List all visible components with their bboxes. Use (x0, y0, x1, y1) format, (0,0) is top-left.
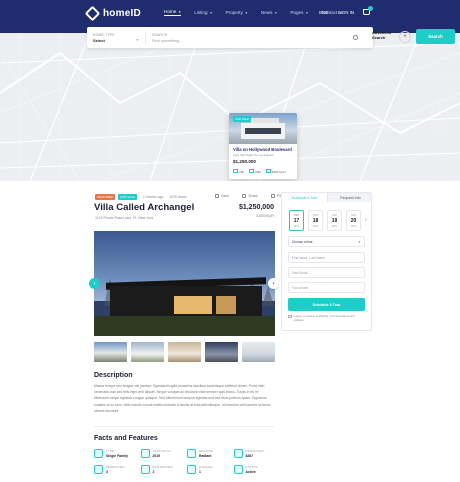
posted-time: 2 months ago (142, 195, 164, 199)
chevron-down-icon: ▼ (358, 239, 361, 244)
listing-title: Villa Called Archangel (94, 202, 195, 213)
heat-icon (187, 449, 196, 458)
view-count: 1039 views (169, 195, 187, 199)
cart-badge (368, 6, 373, 11)
fact-item: GARAGE 1 (187, 465, 234, 474)
map-card-title[interactable]: Villa on Hollywood Boulevard (233, 147, 292, 152)
prev-arrow-icon[interactable]: ‹ (89, 278, 100, 289)
map-card-price: $1,250.000 (233, 159, 256, 164)
description-text: Massa tempor nec feugiat nisl pretium. E… (94, 384, 271, 413)
listing-price: $1,250,000 (238, 204, 274, 211)
map-card-features: 3 Br 3 Ba 2300 Sq.Ft (233, 169, 286, 174)
garage-icon (187, 465, 196, 474)
home-icon (94, 449, 103, 458)
currency-select[interactable]: ENG (319, 10, 329, 15)
email-field[interactable]: Your Email (288, 267, 365, 278)
for-sale-badge: FOR SALE (233, 116, 251, 122)
next-arrow-icon[interactable]: › (268, 278, 279, 289)
chevron-down-icon: ▼ (209, 10, 213, 15)
featured-badge: FEATURED (95, 194, 115, 200)
bed-icon (94, 465, 103, 474)
facts-grid: TYPE Single Family YEAR BUILT 2019 HEATING… (94, 449, 280, 474)
panel-tabs: Schedule A Tour Request Info (282, 193, 373, 202)
divider (94, 426, 274, 427)
cart-icon[interactable] (363, 6, 373, 15)
status-icon (233, 465, 243, 474)
heart-icon (215, 194, 219, 198)
chevron-down-icon: ▼ (305, 10, 309, 15)
fact-item: BATHROOMS 2 (140, 465, 188, 474)
thumbnail[interactable] (242, 342, 275, 362)
date-option[interactable]: THU 18 NOV (308, 210, 323, 231)
listing-address: 1119 Pinnie Pass Lake, FL New York (95, 216, 154, 220)
fact-item: HEATING Radiant (187, 449, 234, 458)
save-button[interactable]: Save (215, 194, 229, 198)
thumbnail-strip (94, 342, 275, 362)
share-button[interactable]: Share (242, 194, 258, 198)
price-icon (233, 449, 243, 458)
time-select[interactable]: Choose a time ▼ (288, 236, 365, 247)
for-sale-badge: FOR SALE (117, 194, 137, 200)
thumbnail[interactable] (131, 342, 164, 362)
fact-item: PRICE/SQFT $287 (233, 449, 281, 458)
date-option[interactable]: SAT 20 NOV (346, 210, 361, 231)
advanced-search-label[interactable]: Advanced Search (372, 30, 398, 40)
map-property-card[interactable]: FOR SALE Villa on Hollywood Boulevard 14… (229, 113, 297, 179)
search-icon[interactable] (353, 35, 358, 40)
logo[interactable]: homeID (84, 5, 141, 22)
listing-actions: Save Share Print (215, 194, 284, 198)
date-option[interactable]: FRI 19 NOV (327, 210, 342, 231)
date-picker: WED 17 NOV THU 18 NOV FRI 19 NOV SAT 20 NOV (289, 210, 361, 231)
search-bar: HOME TYPE Select ▼ SEARCH Find something.… (87, 27, 455, 48)
nav-item-news[interactable]: News ▼ (261, 9, 277, 16)
chevron-down-icon: ▼ (274, 10, 278, 15)
thumbnail[interactable] (94, 342, 127, 362)
phone-field[interactable]: Your phone (288, 282, 365, 293)
chevron-down-icon: ▼ (178, 9, 182, 14)
nav-item-listing[interactable]: Listing ▼ (194, 9, 212, 16)
description-heading: Description (94, 372, 133, 379)
consent-checkbox[interactable]: I agree to receive marketing communicati… (288, 314, 365, 322)
logo-icon (84, 5, 101, 22)
thumbnail[interactable] (168, 342, 201, 362)
calendar-icon (140, 449, 150, 458)
chevron-down-icon: ▼ (244, 10, 248, 15)
search-input[interactable]: SEARCH Find something... (146, 27, 276, 48)
price-per-sqft: $1550/SqFt (256, 214, 274, 218)
sign-in-link[interactable]: SIGN IN (338, 10, 354, 15)
fact-item: YEAR BUILT 2019 (140, 449, 188, 458)
fact-item: BEDROOMS 3 (94, 465, 141, 474)
fact-item: TYPE Single Family (94, 449, 141, 458)
nav-item-property[interactable]: Property ▼ (226, 9, 248, 16)
area: 2300 Sq.Ft (266, 169, 286, 174)
chevron-right-icon[interactable]: › (365, 217, 367, 223)
chevron-down-icon: ▼ (136, 38, 139, 42)
bath-icon (140, 465, 150, 474)
nav-right: ENG SIGN IN (310, 6, 373, 15)
tab-schedule-tour[interactable]: Schedule A Tour (282, 193, 327, 202)
tab-request-info[interactable]: Request Info (327, 193, 373, 202)
date-option[interactable]: WED 17 NOV (289, 210, 304, 231)
plus-icon[interactable]: + (399, 31, 411, 43)
nav-item-pages[interactable]: Pages ▼ (290, 9, 308, 16)
share-icon (242, 194, 247, 198)
map-card-address: 1421 San Pedro St, Los Angeles (233, 153, 274, 157)
search-button[interactable]: Search (416, 29, 455, 44)
map[interactable]: FOR SALE Villa on Hollywood Boulevard 14… (0, 33, 460, 181)
listing-meta: FEATURED FOR SALE 2 months ago 1039 view… (95, 194, 186, 200)
home-type-select[interactable]: HOME TYPE Select ▼ (87, 27, 145, 48)
name-field[interactable]: First Name, Last Name (288, 252, 365, 263)
checkbox-icon[interactable] (288, 314, 292, 318)
schedule-tour-button[interactable]: Schedule A Tour (288, 298, 365, 311)
fact-item: STATUS Active (233, 465, 281, 474)
property-image: FOR SALE (229, 113, 297, 144)
print-icon (270, 194, 275, 198)
facts-heading: Facts and Features (94, 435, 158, 442)
thumbnail[interactable] (205, 342, 238, 362)
nav-item-home[interactable]: Home ▼ (164, 9, 182, 16)
main-photo[interactable] (94, 231, 275, 336)
beds: 3 Br (233, 169, 244, 174)
baths: 3 Ba (249, 169, 261, 174)
